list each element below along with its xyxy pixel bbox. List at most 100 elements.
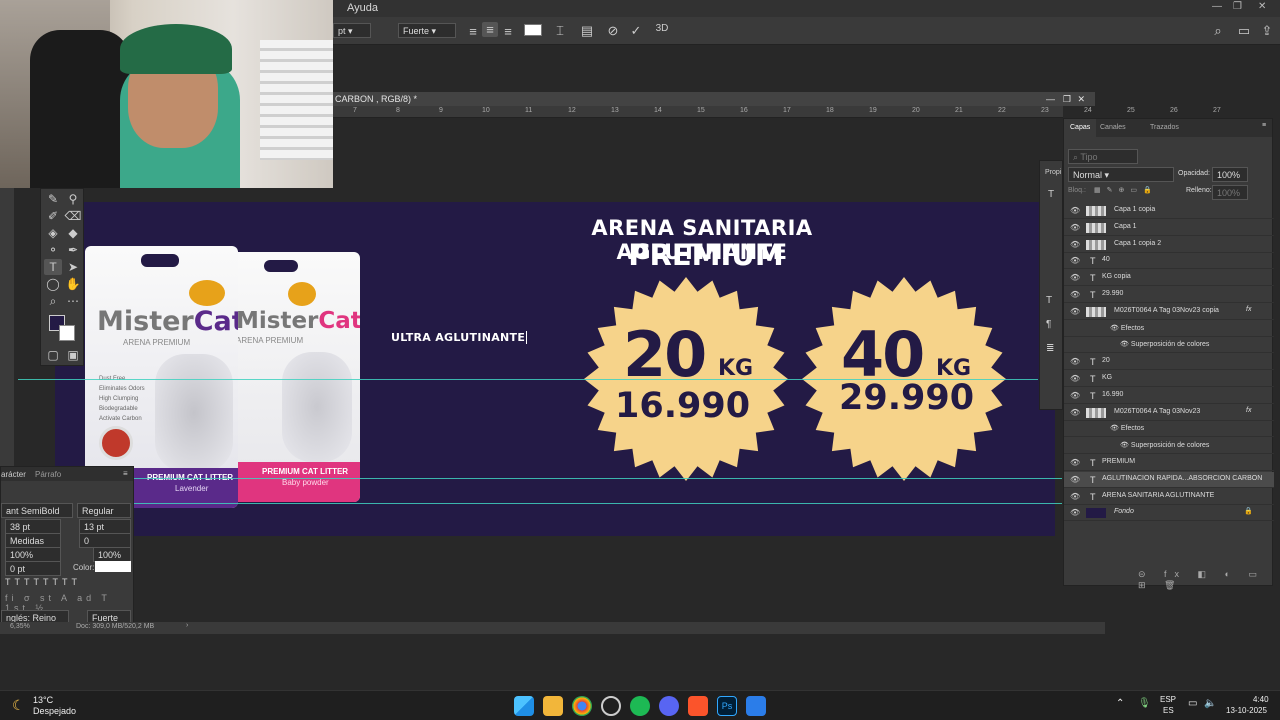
doc-minimize-icon[interactable]: — bbox=[1046, 92, 1055, 106]
warp-text-icon[interactable]: ⌶ bbox=[552, 23, 568, 39]
guide-line[interactable] bbox=[134, 503, 1062, 504]
visibility-eye-icon[interactable]: 👁 bbox=[1070, 475, 1080, 484]
visibility-eye-icon[interactable]: 👁 bbox=[1070, 408, 1080, 417]
notepad-icon[interactable] bbox=[746, 696, 766, 716]
layer-row[interactable]: 👁 Superposición de colores bbox=[1064, 337, 1274, 354]
font-family-select[interactable]: ant SemiBold bbox=[1, 503, 73, 518]
layer-row[interactable]: 👁 T 29.990 bbox=[1064, 287, 1274, 303]
file-explorer-icon[interactable] bbox=[543, 696, 563, 716]
blend-mode-select[interactable]: Normal ▾ bbox=[1068, 167, 1174, 182]
fill-field[interactable]: 100% bbox=[1212, 185, 1248, 200]
character-panel-icon[interactable]: ▤ bbox=[579, 23, 595, 39]
mic-icon[interactable]: 🎙 bbox=[1138, 698, 1151, 709]
leading-field[interactable]: 13 pt bbox=[79, 519, 131, 534]
layer-row[interactable]: 👁 M026T0064 A Tag 03Nov23 fx bbox=[1064, 405, 1274, 421]
text-color-swatch[interactable] bbox=[95, 561, 131, 572]
layer-row[interactable]: 👁 Capa 1 copia bbox=[1064, 203, 1274, 219]
paragraph-icon[interactable]: ¶ bbox=[1046, 319, 1051, 330]
more-tools-icon[interactable]: ⋯ bbox=[64, 293, 82, 309]
chevron-up-icon[interactable]: ⌃ bbox=[1116, 698, 1124, 709]
layer-filter-input[interactable]: ⌕ Tipo bbox=[1068, 149, 1138, 164]
background-color-swatch[interactable] bbox=[59, 325, 75, 341]
path-select-icon[interactable]: ➤ bbox=[64, 259, 82, 275]
ellipse-tool-icon[interactable]: ◯ bbox=[44, 276, 62, 292]
layer-row[interactable]: 👁 Superposición de colores bbox=[1064, 438, 1274, 455]
share-icon[interactable]: ⇪ bbox=[1259, 23, 1275, 39]
visibility-eye-icon[interactable]: 👁 bbox=[1070, 458, 1080, 467]
tab-paths[interactable]: Trazados bbox=[1150, 124, 1179, 131]
antialias-select[interactable]: Fuerte ▾ bbox=[398, 23, 456, 38]
photoshop-icon[interactable]: Ps bbox=[717, 696, 737, 716]
layer-row[interactable]: 👁 M026T0064 A Tag 03Nov23 copia fx bbox=[1064, 304, 1274, 320]
visibility-eye-icon[interactable]: 👁 bbox=[1070, 240, 1080, 249]
layer-row[interactable]: 👁 Capa 1 bbox=[1064, 220, 1274, 236]
tab-channels[interactable]: Canales bbox=[1100, 124, 1126, 131]
tab-paragraph[interactable]: Párrafo bbox=[35, 470, 61, 479]
visibility-eye-icon[interactable]: 👁 bbox=[1070, 374, 1080, 383]
restore-window-button[interactable]: ❐ bbox=[1233, 1, 1242, 12]
fx-icon[interactable]: fx bbox=[1246, 306, 1251, 313]
panel-menu-icon[interactable]: ≡ bbox=[123, 469, 128, 478]
minimize-window-button[interactable]: — bbox=[1212, 1, 1222, 12]
quick-mask-icon[interactable]: ▢ bbox=[44, 347, 62, 363]
hand-tool-icon[interactable]: ✋ bbox=[64, 276, 82, 292]
horizontal-scale-field[interactable]: 100% bbox=[93, 547, 131, 562]
text-color-swatch[interactable] bbox=[524, 24, 542, 36]
layer-row[interactable]: 👁 Efectos bbox=[1064, 321, 1274, 337]
pen-tool-icon[interactable]: ✒ bbox=[64, 242, 82, 258]
layer-row[interactable]: 👁 T 40 bbox=[1064, 253, 1274, 270]
close-window-button[interactable]: ✕ bbox=[1258, 1, 1266, 12]
panel-menu-icon[interactable]: ≡ bbox=[1262, 122, 1266, 129]
visibility-eye-icon[interactable]: 👁 bbox=[1070, 273, 1080, 282]
visibility-eye-icon[interactable]: 👁 bbox=[1070, 206, 1080, 215]
doc-close-icon[interactable]: ✕ bbox=[1077, 92, 1085, 106]
artboard[interactable]: ARENA SANITARIA AGLUTINANTE PREMIUM ULTR… bbox=[55, 202, 1055, 536]
tab-layers[interactable]: Capas bbox=[1064, 119, 1097, 137]
commit-icon[interactable]: ✓ bbox=[628, 23, 644, 39]
stamp-tool-icon[interactable]: ⚲ bbox=[64, 191, 82, 207]
layer-row[interactable]: 👁 Capa 1 copia 2 bbox=[1064, 237, 1274, 253]
visibility-eye-icon[interactable]: 👁 bbox=[1070, 492, 1080, 501]
layer-row[interactable]: 👁 T 16.990 bbox=[1064, 388, 1274, 404]
app-icon[interactable] bbox=[601, 696, 621, 716]
baseline-shift-field[interactable]: 0 pt bbox=[5, 561, 61, 576]
network-icon[interactable]: ▭ bbox=[1188, 698, 1197, 709]
guide-line[interactable] bbox=[134, 478, 1062, 479]
3d-icon[interactable]: 3D bbox=[654, 23, 670, 34]
layer-row[interactable]: 👁 Fondo 🔒 bbox=[1064, 505, 1274, 522]
weather-temp[interactable]: 13°C bbox=[33, 695, 53, 705]
clock-time[interactable]: 4:40 bbox=[1253, 695, 1269, 704]
layer-row[interactable]: 👁 T KG copia bbox=[1064, 270, 1274, 287]
layer-row[interactable]: 👁 Efectos bbox=[1064, 421, 1274, 438]
tracking-field[interactable]: 0 bbox=[79, 533, 131, 548]
align-center-icon[interactable]: ≡ bbox=[482, 22, 498, 37]
layer-row[interactable]: 👁 T 20 bbox=[1064, 354, 1274, 371]
font-size-select[interactable]: pt ▾ bbox=[333, 23, 371, 38]
brave-icon[interactable] bbox=[688, 696, 708, 716]
blur-tool-icon[interactable]: ◆ bbox=[64, 225, 82, 241]
visibility-eye-icon[interactable]: 👁 bbox=[1070, 290, 1080, 299]
screen-mode-icon[interactable]: ▣ bbox=[64, 347, 82, 363]
search-icon[interactable]: ⌕ bbox=[1210, 23, 1226, 39]
type-tool-icon[interactable]: T bbox=[44, 259, 62, 275]
volume-icon[interactable]: 🔈 bbox=[1204, 698, 1216, 709]
layer-actions-bar[interactable]: ⊝ fx ◧ ◐ ▭ ⊞ 🗑 bbox=[1138, 569, 1272, 591]
guide-line[interactable] bbox=[18, 379, 1038, 380]
menu-help[interactable]: Ayuda bbox=[347, 2, 378, 14]
chrome-icon[interactable] bbox=[572, 696, 592, 716]
history-brush-icon[interactable]: ✐ bbox=[44, 208, 62, 224]
visibility-eye-icon[interactable]: 👁 bbox=[1070, 357, 1080, 366]
properties-tab[interactable]: Propi bbox=[1045, 169, 1061, 176]
cancel-icon[interactable]: ⊘ bbox=[605, 23, 621, 39]
chevron-right-icon[interactable]: › bbox=[186, 622, 188, 629]
fx-icon[interactable]: fx bbox=[1246, 407, 1251, 414]
layer-row[interactable]: 👁 T PREMIUM bbox=[1064, 455, 1274, 471]
bucket-tool-icon[interactable]: ◈ bbox=[44, 225, 62, 241]
vertical-scale-field[interactable]: 100% bbox=[5, 547, 61, 562]
opacity-field[interactable]: 100% bbox=[1212, 167, 1248, 182]
visibility-eye-icon[interactable]: 👁 bbox=[1070, 307, 1080, 316]
document-tab[interactable]: CARBON , RGB/8) * — ❐ ✕ bbox=[333, 92, 1095, 106]
font-style-select[interactable]: Regular bbox=[77, 503, 131, 518]
visibility-eye-icon[interactable]: 👁 bbox=[1070, 256, 1080, 265]
visibility-eye-icon[interactable]: 👁 bbox=[1070, 508, 1080, 517]
